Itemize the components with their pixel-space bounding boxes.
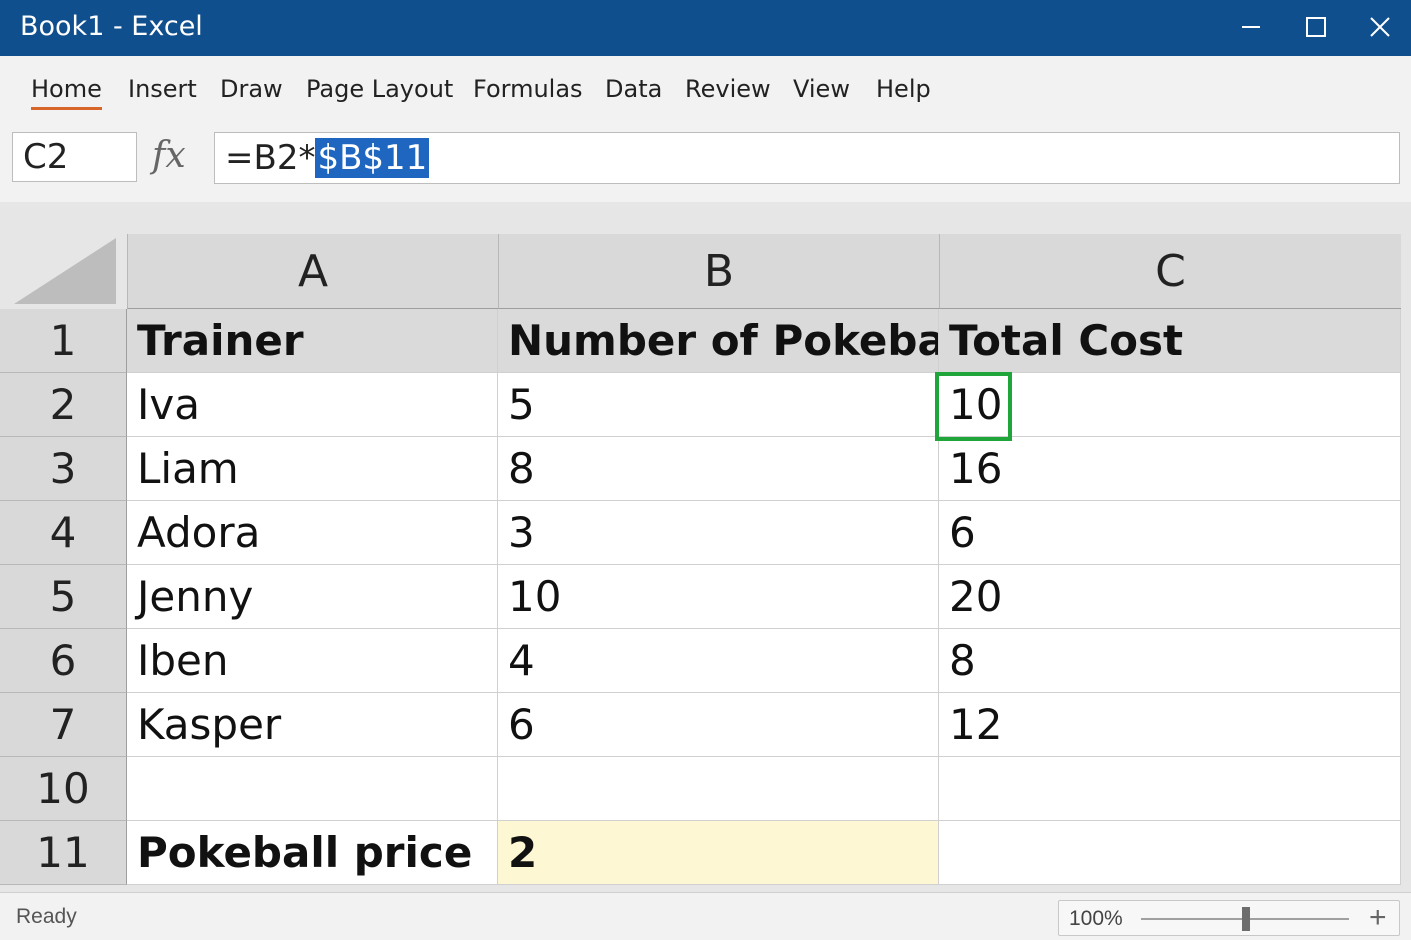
cell-a1[interactable]: Trainer — [127, 309, 498, 373]
zoom-level[interactable]: 100% — [1069, 907, 1123, 931]
tab-view[interactable]: View — [793, 74, 850, 104]
formula-input[interactable]: =B2*$B$11 — [214, 132, 1400, 184]
column-header-a[interactable]: A — [127, 234, 498, 309]
cell-c4[interactable]: 6 — [939, 501, 1401, 565]
tab-home[interactable]: Home — [31, 74, 102, 110]
cell-b11[interactable]: 2 — [498, 821, 939, 885]
zoom-in-button[interactable]: + — [1369, 901, 1387, 935]
zoom-control: 100% + — [1058, 900, 1400, 936]
cell-c1[interactable]: Total Cost — [939, 309, 1401, 373]
minimize-button[interactable] — [1218, 0, 1282, 56]
tab-review[interactable]: Review — [685, 74, 771, 104]
row-header-10[interactable]: 10 — [0, 757, 127, 821]
column-header-b[interactable]: B — [498, 234, 939, 309]
row-header-3[interactable]: 3 — [0, 437, 127, 501]
close-button[interactable] — [1347, 0, 1411, 56]
row-header-5[interactable]: 5 — [0, 565, 127, 629]
cell-a3[interactable]: Liam — [127, 437, 498, 501]
cell-c3[interactable]: 16 — [939, 437, 1401, 501]
formula-selected-reference: $B$11 — [315, 138, 430, 178]
cell-a5[interactable]: Jenny — [127, 565, 498, 629]
formula-text: =B2* — [225, 138, 316, 178]
row-header-11[interactable]: 11 — [0, 821, 127, 885]
cell-c11[interactable] — [939, 821, 1401, 885]
row-header-6[interactable]: 6 — [0, 629, 127, 693]
cell-b1[interactable]: Number of Pokeballs — [498, 309, 939, 373]
name-box[interactable]: C2 — [12, 132, 137, 182]
cell-c10[interactable] — [939, 757, 1401, 821]
tab-formulas[interactable]: Formulas — [473, 74, 583, 104]
maximize-icon — [1306, 17, 1326, 37]
tab-draw[interactable]: Draw — [220, 74, 283, 104]
tab-help[interactable]: Help — [876, 74, 931, 104]
cell-b2[interactable]: 5 — [498, 373, 939, 437]
cell-a6[interactable]: Iben — [127, 629, 498, 693]
close-icon — [1370, 17, 1390, 37]
status-bar: Ready 100% + — [0, 892, 1411, 940]
cell-a4[interactable]: Adora — [127, 501, 498, 565]
worksheet: A B C 1TrainerNumber of PokeballsTotal C… — [0, 202, 1411, 892]
select-all-corner[interactable] — [0, 234, 127, 309]
cell-b3[interactable]: 8 — [498, 437, 939, 501]
cell-a2[interactable]: Iva — [127, 373, 498, 437]
cell-a7[interactable]: Kasper — [127, 693, 498, 757]
column-header-c[interactable]: C — [939, 234, 1401, 309]
row-header-4[interactable]: 4 — [0, 501, 127, 565]
cell-a10[interactable] — [127, 757, 498, 821]
tab-page-layout[interactable]: Page Layout — [306, 74, 453, 104]
cell-a11[interactable]: Pokeball price — [127, 821, 498, 885]
cell-b10[interactable] — [498, 757, 939, 821]
ribbon-tabs: Home Insert Draw Page Layout Formulas Da… — [0, 56, 1411, 122]
fx-icon[interactable]: fx — [152, 134, 186, 178]
cell-b7[interactable]: 6 — [498, 693, 939, 757]
cell-b4[interactable]: 3 — [498, 501, 939, 565]
row-header-2[interactable]: 2 — [0, 373, 127, 437]
cell-b5[interactable]: 10 — [498, 565, 939, 629]
window-title: Book1 - Excel — [20, 11, 203, 42]
status-text: Ready — [16, 905, 77, 928]
zoom-slider-thumb[interactable] — [1242, 907, 1250, 931]
cell-c5[interactable]: 20 — [939, 565, 1401, 629]
select-all-icon — [14, 238, 116, 304]
tab-insert[interactable]: Insert — [128, 74, 197, 104]
cell-b6[interactable]: 4 — [498, 629, 939, 693]
minimize-icon — [1242, 26, 1260, 28]
maximize-button[interactable] — [1283, 0, 1347, 56]
row-header-7[interactable]: 7 — [0, 693, 127, 757]
title-bar: Book1 - Excel — [0, 0, 1411, 56]
formula-bar: C2 fx =B2*$B$11 — [0, 122, 1411, 202]
cell-c6[interactable]: 8 — [939, 629, 1401, 693]
cell-c7[interactable]: 12 — [939, 693, 1401, 757]
tab-data[interactable]: Data — [605, 74, 662, 104]
cell-c2[interactable]: 10 — [939, 373, 1401, 437]
row-header-1[interactable]: 1 — [0, 309, 127, 373]
